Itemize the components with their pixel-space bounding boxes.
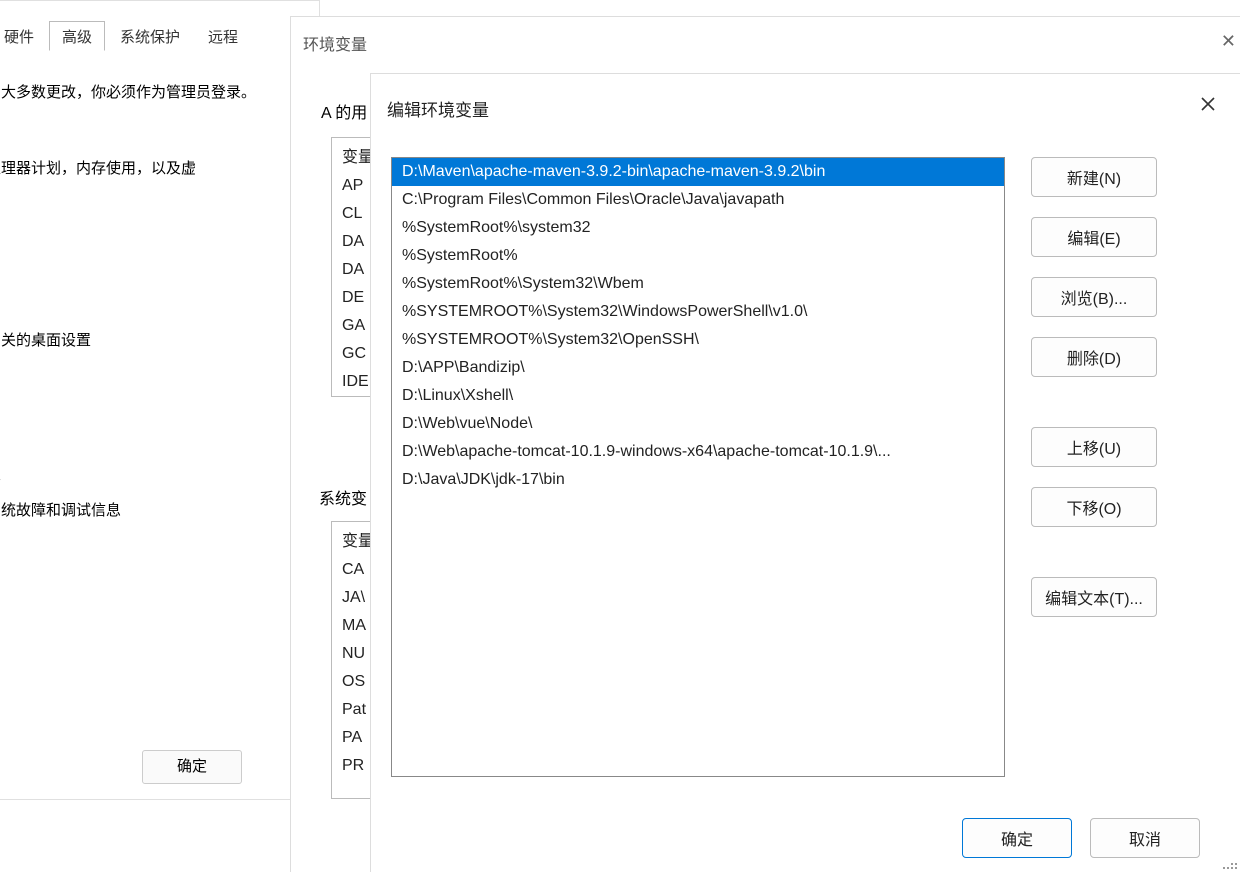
path-row[interactable]: %SystemRoot%\System32\Wbem xyxy=(392,270,1004,298)
spacer xyxy=(1031,397,1157,427)
path-row[interactable]: D:\Web\vue\Node\ xyxy=(392,410,1004,438)
close-icon[interactable] xyxy=(1196,92,1220,116)
admin-note: 大多数更改，你必须作为管理员登录。 xyxy=(1,81,256,102)
system-properties-window: 硬件 高级 系统保护 远程 大多数更改，你必须作为管理员登录。 效果，处理器计划… xyxy=(0,0,320,800)
path-entries-list[interactable]: D:\Maven\apache-maven-3.9.2-bin\apache-m… xyxy=(391,157,1005,777)
tab-hardware[interactable]: 硬件 xyxy=(0,21,47,51)
path-row[interactable]: D:\Linux\Xshell\ xyxy=(392,382,1004,410)
move-down-button[interactable]: 下移(O) xyxy=(1031,487,1157,527)
system-properties-tabs: 硬件 高级 系统保护 远程 xyxy=(0,21,251,51)
path-row[interactable]: %SystemRoot%\system32 xyxy=(392,214,1004,242)
path-row[interactable]: D:\APP\Bandizip\ xyxy=(392,354,1004,382)
recovery-line: 启动、系统故障和调试信息 xyxy=(0,499,121,520)
env-vars-title: 环境变量 xyxy=(303,31,367,55)
move-up-button[interactable]: 上移(U) xyxy=(1031,427,1157,467)
performance-line: 效果，处理器计划，内存使用，以及虚 xyxy=(0,157,196,178)
ok-button[interactable]: 确定 xyxy=(962,818,1072,858)
side-button-column: 新建(N) 编辑(E) 浏览(B)... 删除(D) 上移(U) 下移(O) 编… xyxy=(1031,157,1157,637)
tab-system-protection[interactable]: 系统保护 xyxy=(107,21,193,51)
edit-dialog-title: 编辑环境变量 xyxy=(387,96,489,121)
new-button[interactable]: 新建(N) xyxy=(1031,157,1157,197)
close-icon[interactable]: ✕ xyxy=(1221,31,1236,52)
dialog-footer: 确定 取消 xyxy=(962,818,1200,858)
browse-button[interactable]: 浏览(B)... xyxy=(1031,277,1157,317)
cancel-button[interactable]: 取消 xyxy=(1090,818,1200,858)
path-row[interactable]: D:\Web\apache-tomcat-10.1.9-windows-x64\… xyxy=(392,438,1004,466)
system-vars-label: 系统变 xyxy=(319,485,367,509)
tab-remote[interactable]: 远程 xyxy=(195,21,251,51)
path-row[interactable]: %SYSTEMROOT%\System32\WindowsPowerShell\… xyxy=(392,298,1004,326)
sysprops-ok-button[interactable]: 确定 xyxy=(142,750,242,784)
path-row[interactable]: D:\Maven\apache-maven-3.9.2-bin\apache-m… xyxy=(392,158,1004,186)
spacer xyxy=(1031,547,1157,577)
recovery-title: 故障恢复 xyxy=(0,463,1,484)
path-row[interactable]: %SystemRoot% xyxy=(392,242,1004,270)
path-row[interactable]: %SYSTEMROOT%\System32\OpenSSH\ xyxy=(392,326,1004,354)
tab-advanced[interactable]: 高级 xyxy=(49,21,105,51)
edit-env-var-dialog: 编辑环境变量 D:\Maven\apache-maven-3.9.2-bin\a… xyxy=(370,73,1240,872)
profiles-line: 眼帐户相关的桌面设置 xyxy=(0,329,91,350)
delete-button[interactable]: 删除(D) xyxy=(1031,337,1157,377)
resize-grip-icon[interactable] xyxy=(1222,854,1238,870)
user-vars-label: A 的用 xyxy=(321,99,367,123)
path-row[interactable]: D:\Java\JDK\jdk-17\bin xyxy=(392,466,1004,494)
edit-text-button[interactable]: 编辑文本(T)... xyxy=(1031,577,1157,617)
edit-button[interactable]: 编辑(E) xyxy=(1031,217,1157,257)
path-row[interactable]: C:\Program Files\Common Files\Oracle\Jav… xyxy=(392,186,1004,214)
